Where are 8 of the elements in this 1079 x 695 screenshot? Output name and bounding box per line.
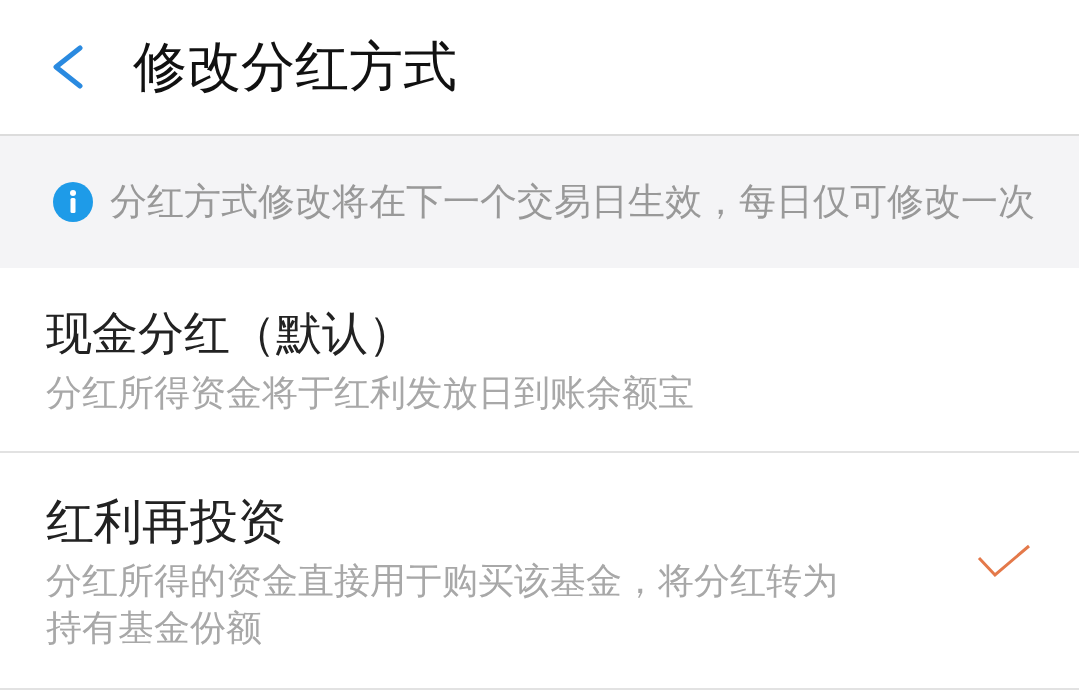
back-icon[interactable] [50, 45, 84, 89]
option-description: 分红所得资金将于红利发放日到账余额宝 [46, 371, 694, 415]
option-title: 现金分红（默认） [46, 305, 415, 362]
option-description: 分红所得的资金直接用于购买该基金，将分红转为持有基金份额 [46, 558, 839, 650]
page-title: 修改分红方式 [133, 33, 457, 100]
option-title: 红利再投资 [46, 491, 287, 551]
info-icon [53, 182, 93, 222]
notice-text: 分红方式修改将在下一个交易日生效，每日仅可修改一次 [110, 179, 1035, 225]
